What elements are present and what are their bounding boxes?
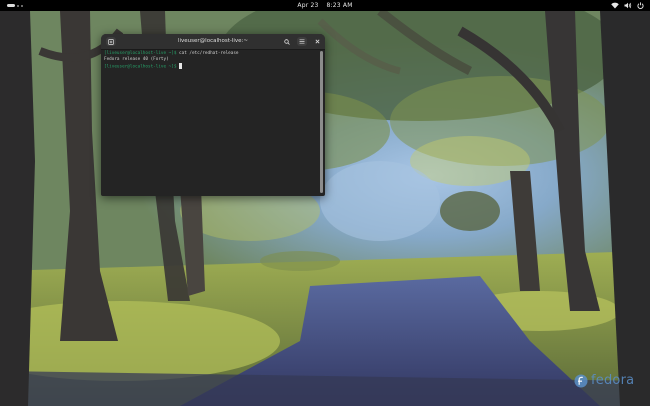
desktop[interactable]: fedora [0, 11, 650, 406]
volume-icon [624, 2, 632, 9]
terminal-line: [liveuser@localhost-live ~]$ [104, 63, 318, 71]
close-button[interactable] [312, 37, 322, 46]
clock[interactable]: Apr 23 8:23 AM [0, 2, 650, 10]
shell-prompt: [liveuser@localhost-live ~]$ [104, 51, 177, 56]
wifi-icon [611, 2, 619, 9]
terminal-header-bar[interactable]: liveuser@localhost-live:~ [101, 34, 325, 50]
close-icon [315, 39, 319, 44]
fedora-wordmark: fedora [591, 373, 635, 388]
search-button[interactable] [282, 37, 292, 46]
command-output: Fedora release 40 (Forty) [104, 57, 169, 62]
shell-prompt: [liveuser@localhost-live ~]$ [104, 64, 177, 70]
time-label: 8:23 AM [326, 1, 353, 9]
terminal-scrollbar[interactable] [320, 51, 323, 193]
fedora-logo-icon [574, 374, 588, 387]
terminal-output[interactable]: [liveuser@localhost-live ~]$ cat /etc/re… [104, 51, 318, 193]
text-cursor [179, 63, 183, 69]
date-label: Apr 23 [297, 1, 319, 9]
system-status-menu[interactable] [611, 1, 644, 10]
shell-command: cat /etc/redhat-release [176, 51, 239, 56]
menu-icon [299, 39, 305, 44]
fedora-logo: fedora [574, 373, 634, 388]
top-bar: Apr 23 8:23 AM [0, 0, 650, 11]
terminal-window[interactable]: liveuser@localhost-live:~ [liveuser@loca… [101, 34, 325, 196]
power-icon [637, 2, 644, 9]
main-menu-button[interactable] [297, 37, 307, 46]
wallpaper [0, 11, 650, 406]
search-icon [284, 38, 290, 45]
